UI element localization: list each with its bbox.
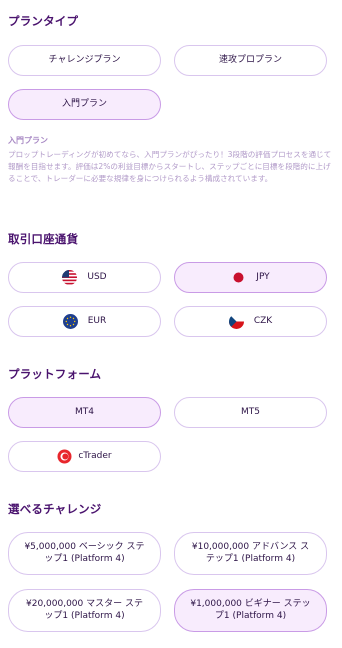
platform-label: MT4 — [75, 406, 94, 417]
currency-label: CZK — [253, 315, 273, 326]
challenge-option-beginner[interactable]: ¥1,000,000 ビギナー ステップ1 (Platform 4) — [174, 589, 327, 632]
challenge-label: ¥10,000,000 アドバンス ステップ1 (Platform 4) — [191, 542, 310, 564]
plan-type-title: プランタイプ — [8, 14, 79, 28]
plan-option-label: 入門プラン — [61, 98, 107, 109]
currency-option-eur[interactable]: EUR — [8, 306, 161, 337]
eu-flag-icon — [62, 314, 78, 329]
challenge-label: ¥1,000,000 ビギナー ステップ1 (Platform 4) — [190, 599, 311, 621]
platform-label: cTrader — [78, 450, 112, 461]
plan-option-rapid-pro[interactable]: 速攻プロプラン — [174, 45, 327, 76]
challenge-option-basic[interactable]: ¥5,000,000 ベーシック ステップ1 (Platform 4) — [8, 532, 161, 575]
plan-option-label: チャレンジプラン — [48, 54, 121, 65]
us-flag-icon — [62, 270, 78, 285]
currency-label: EUR — [87, 315, 107, 326]
currency-option-jpy[interactable]: JPY — [174, 262, 327, 293]
platform-option-ctrader[interactable]: cTrader — [8, 441, 161, 472]
currency-option-usd[interactable]: USD — [8, 262, 161, 293]
platform-option-mt4[interactable]: MT4 — [8, 397, 161, 428]
currency-label: JPY — [256, 271, 270, 282]
plan-description-title: 入門プラン — [8, 136, 48, 145]
platform-label: MT5 — [241, 406, 260, 417]
plan-option-challenge[interactable]: チャレンジプラン — [8, 45, 161, 76]
currency-option-czk[interactable]: CZK — [174, 306, 327, 337]
ctrader-logo-icon — [57, 449, 72, 464]
platform-title: プラットフォーム — [8, 367, 102, 381]
currency-title: 取引口座通貨 — [8, 232, 79, 246]
challenge-label: ¥20,000,000 マスター ステップ1 (Platform 4) — [26, 599, 143, 621]
platform-option-mt5[interactable]: MT5 — [174, 397, 327, 428]
plan-description: プロップトレーディングが初めてなら、入門プランがぴったり！3段階の評価プロセスを… — [8, 150, 332, 183]
plan-option-label: 速攻プロプラン — [218, 54, 282, 65]
plan-option-intro[interactable]: 入門プラン — [8, 89, 161, 120]
challenge-option-advance[interactable]: ¥10,000,000 アドバンス ステップ1 (Platform 4) — [174, 532, 327, 575]
japan-flag-icon — [231, 270, 247, 285]
challenge-option-master[interactable]: ¥20,000,000 マスター ステップ1 (Platform 4) — [8, 589, 161, 632]
currency-label: USD — [87, 271, 107, 282]
challenge-title: 選べるチャレンジ — [8, 502, 102, 516]
czech-flag-icon — [228, 314, 244, 329]
challenge-label: ¥5,000,000 ベーシック ステップ1 (Platform 4) — [24, 542, 145, 564]
